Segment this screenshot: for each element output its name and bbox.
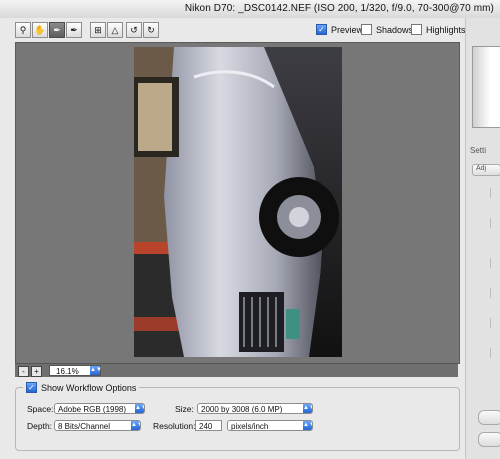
resolution-unit-dropdown-arrow-icon[interactable]: ▲▼ bbox=[303, 421, 312, 430]
panel-slider-row bbox=[490, 218, 500, 228]
shadows-label: Shadows bbox=[376, 24, 414, 35]
toolbar: ⚲ ✋ ✒ ✒ ⊞ △ ↺ ↻ ✓ Preview Shadows Highli… bbox=[0, 18, 500, 42]
highlights-checkbox[interactable]: Highlights bbox=[411, 24, 466, 35]
panel-slider-row bbox=[490, 348, 500, 358]
adjust-tab[interactable]: Adj bbox=[472, 164, 500, 176]
hand-icon[interactable]: ✋ bbox=[32, 22, 48, 38]
panel-slider-row bbox=[490, 318, 500, 328]
panel-slider-row bbox=[490, 258, 500, 268]
size-dropdown-arrow-icon[interactable]: ▲▼ bbox=[303, 404, 312, 413]
depth-label: Depth: bbox=[27, 421, 53, 431]
panel-button[interactable] bbox=[478, 432, 500, 447]
tool-group-view: ⚲ ✋ ✒ ✒ bbox=[15, 22, 83, 39]
rotate-left-icon[interactable]: ↺ bbox=[126, 22, 142, 38]
truck-photo-image bbox=[134, 47, 342, 357]
panel-slider-row bbox=[490, 188, 500, 198]
zoom-in-button[interactable]: + bbox=[31, 366, 42, 377]
zoom-bar: - + 16.1% ▲▼ bbox=[15, 363, 458, 377]
preview-canvas[interactable] bbox=[15, 42, 460, 364]
white-balance-icon[interactable]: ✒ bbox=[49, 22, 65, 38]
tool-group-rotate: ↺ ↻ bbox=[126, 22, 160, 39]
zoom-dropdown-arrow-icon[interactable]: ▲▼ bbox=[90, 366, 102, 375]
straighten-icon[interactable]: △ bbox=[107, 22, 123, 38]
size-select[interactable]: 2000 by 3008 (6.0 MP) ▲▼ bbox=[197, 403, 313, 414]
highlights-label: Highlights bbox=[426, 24, 466, 35]
preview-checkbox[interactable]: ✓ Preview bbox=[316, 24, 363, 35]
window-title: Nikon D70: _DSC0142.NEF (ISO 200, 1/320,… bbox=[184, 3, 494, 14]
resolution-input[interactable]: 240 bbox=[195, 420, 222, 431]
rotate-right-icon[interactable]: ↻ bbox=[143, 22, 159, 38]
zoom-out-button[interactable]: - bbox=[18, 366, 29, 377]
preview-check-icon[interactable]: ✓ bbox=[316, 24, 327, 35]
workflow-check-icon[interactable]: ✓ bbox=[26, 382, 37, 393]
highlights-check-icon[interactable] bbox=[411, 24, 422, 35]
depth-select[interactable]: 8 Bits/Channel ▲▼ bbox=[54, 420, 141, 431]
panel-button[interactable] bbox=[478, 410, 500, 425]
show-workflow-checkbox[interactable]: ✓ Show Workflow Options bbox=[23, 382, 140, 393]
preview-label: Preview bbox=[331, 24, 364, 35]
histogram bbox=[472, 46, 500, 128]
depth-value: 8 Bits/Channel bbox=[58, 422, 111, 431]
right-settings-panel: Setti Adj bbox=[465, 18, 500, 459]
settings-label: Setti bbox=[470, 146, 487, 155]
resolution-unit-value: pixels/inch bbox=[231, 422, 269, 431]
tool-group-transform: ⊞ △ bbox=[90, 22, 124, 39]
zoom-level-value: 16.1% bbox=[56, 367, 79, 376]
shadows-check-icon[interactable] bbox=[361, 24, 372, 35]
space-label: Space: bbox=[27, 404, 54, 414]
show-workflow-label: Show Workflow Options bbox=[41, 382, 137, 393]
workflow-options-group bbox=[15, 387, 460, 451]
preview-photo bbox=[134, 47, 342, 357]
shadows-checkbox[interactable]: Shadows bbox=[361, 24, 413, 35]
resolution-unit-select[interactable]: pixels/inch ▲▼ bbox=[227, 420, 313, 431]
panel-slider-row bbox=[490, 288, 500, 298]
zoom-icon[interactable]: ⚲ bbox=[15, 22, 31, 38]
space-select[interactable]: Adobe RGB (1998) ▲▼ bbox=[54, 403, 145, 414]
space-dropdown-arrow-icon[interactable]: ▲▼ bbox=[135, 404, 144, 413]
depth-dropdown-arrow-icon[interactable]: ▲▼ bbox=[131, 421, 140, 430]
size-value: 2000 by 3008 (6.0 MP) bbox=[201, 405, 283, 414]
color-sampler-icon[interactable]: ✒ bbox=[66, 22, 82, 38]
space-value: Adobe RGB (1998) bbox=[58, 405, 127, 414]
resolution-label: Resolution: bbox=[153, 421, 196, 431]
zoom-level-select[interactable]: 16.1% ▲▼ bbox=[49, 365, 102, 376]
size-label: Size: bbox=[175, 404, 194, 414]
title-bar: Nikon D70: _DSC0142.NEF (ISO 200, 1/320,… bbox=[0, 0, 500, 19]
crop-icon[interactable]: ⊞ bbox=[90, 22, 106, 38]
